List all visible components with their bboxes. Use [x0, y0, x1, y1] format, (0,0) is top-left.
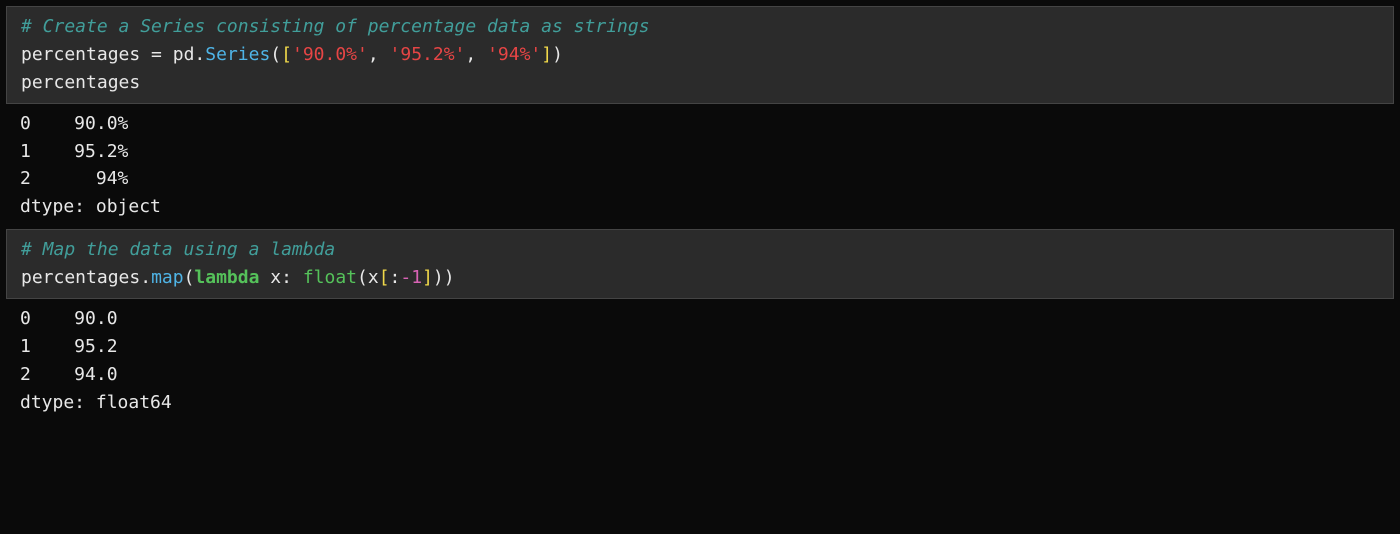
code-token: percentages	[21, 44, 140, 65]
code-token: )	[552, 44, 563, 65]
code-token: Series	[205, 44, 270, 65]
output-cell: 0 90.0% 1 95.2% 2 94% dtype: object	[6, 104, 1394, 224]
code-cell[interactable]: # Map the data using a lambda percentage…	[6, 229, 1394, 299]
code-token: (	[357, 267, 368, 288]
code-token: map	[151, 267, 184, 288]
code-token: )	[433, 267, 444, 288]
code-token: float	[303, 267, 357, 288]
output-line: 2 94.0	[20, 364, 118, 385]
code-token: ]	[422, 267, 433, 288]
code-token: [	[281, 44, 292, 65]
output-dtype: dtype: float64	[20, 392, 172, 413]
code-comment: # Create a Series consisting of percenta…	[21, 16, 650, 37]
output-line: 1 95.2%	[20, 141, 128, 162]
code-token: =	[140, 44, 173, 65]
code-token: percentages	[21, 72, 140, 93]
output-line: 2 94%	[20, 168, 128, 189]
code-token: pd	[173, 44, 195, 65]
output-line: 0 90.0	[20, 308, 118, 329]
output-line: 1 95.2	[20, 336, 118, 357]
code-token: ]	[541, 44, 552, 65]
code-token: ,	[465, 44, 487, 65]
code-token: lambda	[194, 267, 259, 288]
code-token: ,	[368, 44, 390, 65]
code-token: x	[368, 267, 379, 288]
output-line: 0 90.0%	[20, 113, 128, 134]
output-cell: 0 90.0 1 95.2 2 94.0 dtype: float64	[6, 299, 1394, 419]
output-dtype: dtype: object	[20, 196, 161, 217]
code-token: '94%'	[487, 44, 541, 65]
code-token: .	[140, 267, 151, 288]
code-token: 1	[411, 267, 422, 288]
code-token: x:	[259, 267, 302, 288]
code-cell[interactable]: # Create a Series consisting of percenta…	[6, 6, 1394, 104]
code-token: )	[444, 267, 455, 288]
code-token: -	[400, 267, 411, 288]
code-token: (	[270, 44, 281, 65]
code-token: [	[379, 267, 390, 288]
code-token: .	[194, 44, 205, 65]
code-token: :	[390, 267, 401, 288]
code-token: (	[184, 267, 195, 288]
code-token: percentages	[21, 267, 140, 288]
code-token: '90.0%'	[292, 44, 368, 65]
code-token: '95.2%'	[390, 44, 466, 65]
code-comment: # Map the data using a lambda	[21, 239, 335, 260]
